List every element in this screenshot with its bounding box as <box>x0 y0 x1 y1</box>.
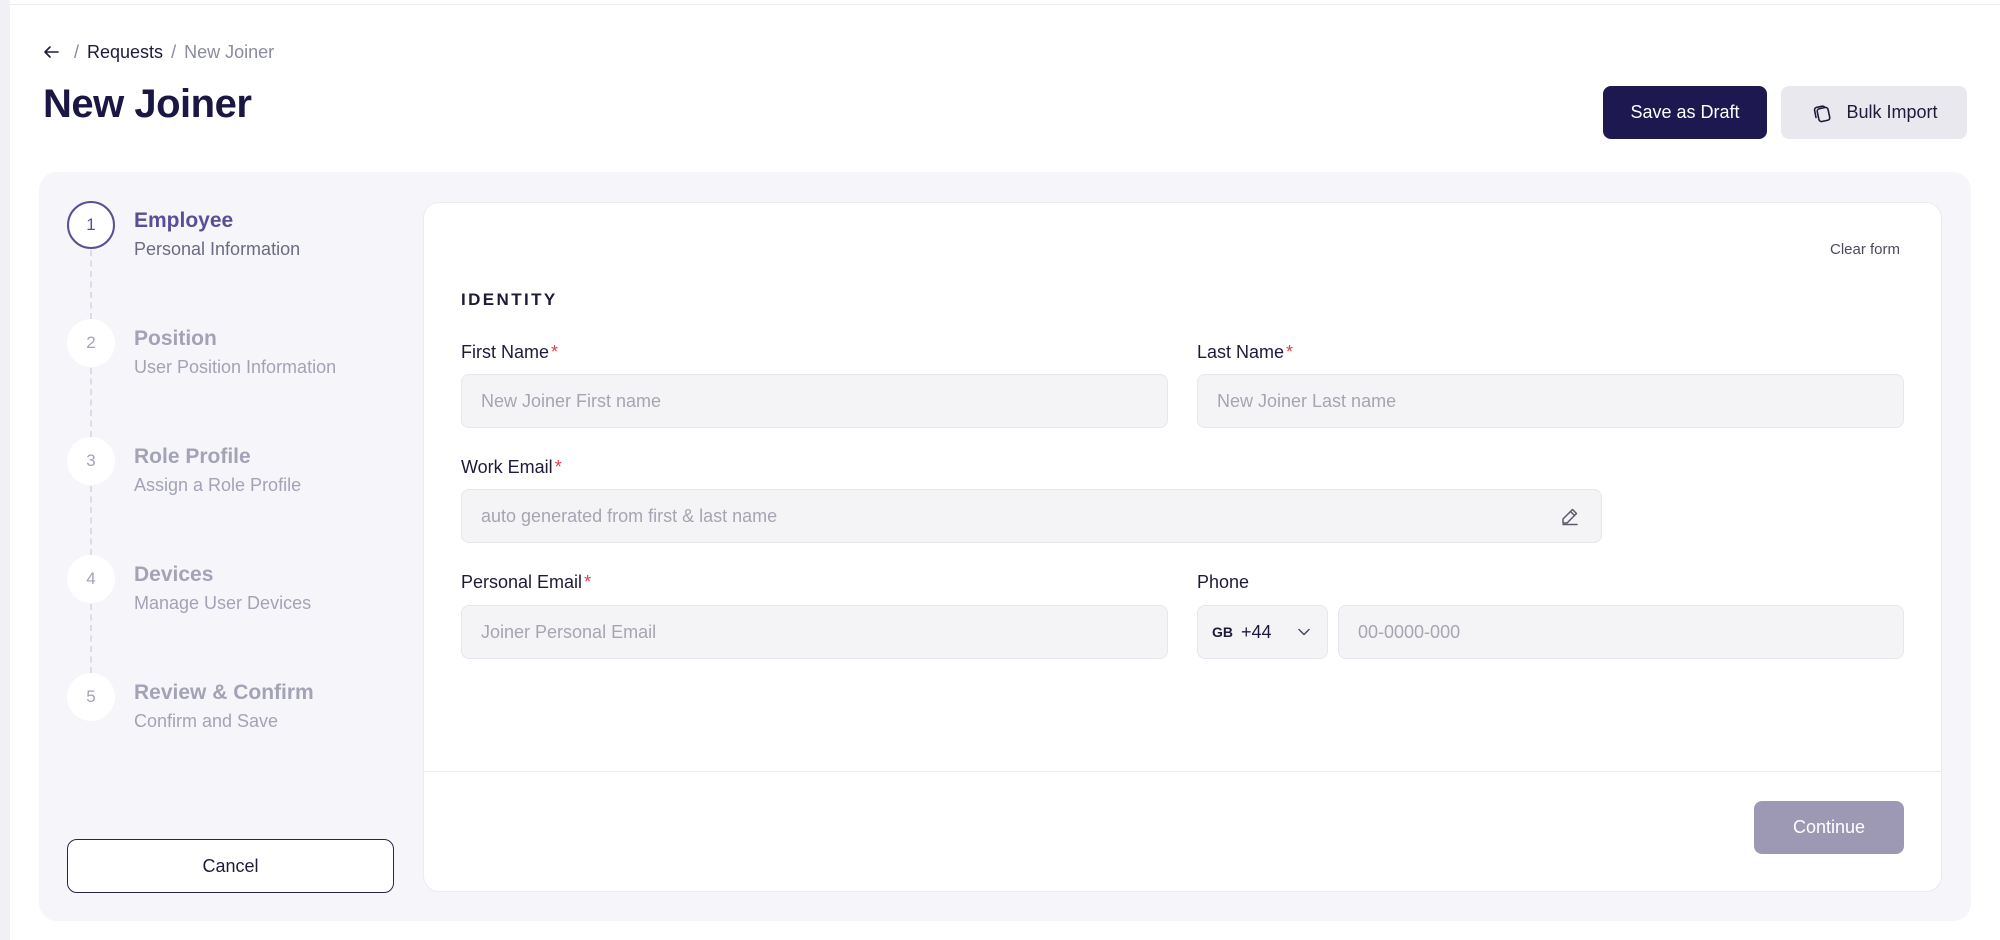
phone-number-input[interactable] <box>1338 605 1904 659</box>
step-number: 3 <box>67 437 115 485</box>
step-title: Employee <box>134 209 234 232</box>
top-divider <box>10 4 2000 5</box>
left-edge-rail <box>0 0 10 940</box>
save-as-draft-button[interactable]: Save as Draft <box>1603 86 1767 139</box>
breadcrumb-current: New Joiner <box>184 41 275 62</box>
required-marker: * <box>551 342 559 362</box>
step-number: 1 <box>67 201 115 249</box>
step-number: 4 <box>67 555 115 603</box>
personal-email-label-text: Personal Email <box>461 572 583 592</box>
country-code-select[interactable]: GB +44 <box>1197 605 1328 659</box>
step-role-profile[interactable]: 3 Role Profile Assign a Role Profile <box>67 437 397 507</box>
last-name-label-text: Last Name <box>1197 342 1285 362</box>
cancel-button[interactable]: Cancel <box>67 839 394 893</box>
copy-stack-icon <box>1810 101 1834 125</box>
country-code: GB <box>1212 624 1233 640</box>
work-email-label: Work Email * <box>461 457 562 478</box>
step-subtitle: Manage User Devices <box>134 593 312 613</box>
phone-label-text: Phone <box>1197 572 1250 592</box>
section-title-identity: IDENTITY <box>461 290 558 309</box>
breadcrumb: / Requests / New Joiner <box>42 40 274 64</box>
step-subtitle: Assign a Role Profile <box>134 475 302 495</box>
continue-button[interactable]: Continue <box>1754 801 1904 854</box>
work-email-input[interactable] <box>461 489 1602 543</box>
step-devices[interactable]: 4 Devices Manage User Devices <box>67 555 397 625</box>
first-name-label-text: First Name <box>461 342 550 362</box>
arrow-left-icon[interactable] <box>42 43 60 61</box>
last-name-label: Last Name * <box>1197 342 1293 363</box>
first-name-input[interactable] <box>461 374 1168 428</box>
chevron-down-icon <box>1295 623 1313 641</box>
bulk-import-label: Bulk Import <box>1846 102 1938 122</box>
step-employee[interactable]: 1 Employee Personal Information <box>67 201 397 271</box>
required-marker: * <box>554 457 562 477</box>
step-title: Position <box>134 327 217 350</box>
step-subtitle: Confirm and Save <box>134 711 279 731</box>
dial-code: +44 <box>1241 621 1272 642</box>
required-marker: * <box>584 572 592 592</box>
page-title: New Joiner <box>43 82 252 126</box>
personal-email-input[interactable] <box>461 605 1168 659</box>
phone-label: Phone <box>1197 572 1249 593</box>
step-title: Devices <box>134 563 214 586</box>
step-title: Role Profile <box>134 445 251 468</box>
work-email-label-text: Work Email <box>461 457 553 477</box>
clear-form-link[interactable]: Clear form <box>1830 241 1900 258</box>
step-position[interactable]: 2 Position User Position Information <box>67 319 397 389</box>
step-subtitle: User Position Information <box>134 357 337 377</box>
breadcrumb-requests-link[interactable]: Requests <box>87 42 163 63</box>
pencil-icon[interactable] <box>1560 506 1580 526</box>
first-name-label: First Name * <box>461 342 558 363</box>
step-subtitle: Personal Information <box>134 239 301 259</box>
form-card <box>423 202 1942 892</box>
personal-email-label: Personal Email * <box>461 572 591 593</box>
required-marker: * <box>1286 342 1294 362</box>
step-title: Review & Confirm <box>134 681 314 704</box>
breadcrumb-separator: / <box>171 41 177 62</box>
step-number: 5 <box>67 673 115 721</box>
step-number: 2 <box>67 319 115 367</box>
form-footer-divider <box>424 771 1941 772</box>
breadcrumb-separator: / <box>74 41 80 62</box>
step-review-confirm[interactable]: 5 Review & Confirm Confirm and Save <box>67 673 397 743</box>
bulk-import-button[interactable]: Bulk Import <box>1781 86 1967 139</box>
last-name-input[interactable] <box>1197 374 1904 428</box>
